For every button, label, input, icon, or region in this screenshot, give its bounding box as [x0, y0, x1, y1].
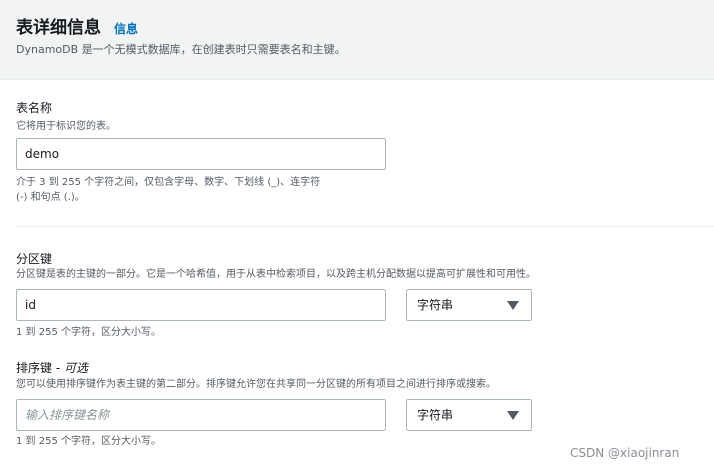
partition-key-type-select[interactable]: 字符串: [406, 289, 532, 321]
sort-key-description: 您可以使用排序键作为表主键的第二部分。排序键允许您在共享同一分区键的所有项目之间…: [16, 379, 496, 390]
section-title: 表详细信息: [16, 18, 101, 38]
caret-down-icon: [507, 301, 519, 310]
table-name-description: 它将用于标识您的表。: [16, 121, 116, 132]
table-name-label: 表名称: [16, 101, 53, 115]
section-description: DynamoDB 是一个无模式数据库，在创建表时只需要表名和主键。: [16, 43, 346, 56]
table-details-header: 表详细信息 信息 DynamoDB 是一个无模式数据库，在创建表时只需要表名和主…: [0, 0, 714, 80]
partition-key-description: 分区键是表的主键的一部分。它是一个哈希值，用于从表中检索项目，以及跨主机分配数据…: [16, 269, 536, 280]
table-name-input[interactable]: [16, 138, 386, 170]
watermark: CSDN @xiaojinran: [570, 446, 680, 460]
partition-key-hint: 1 到 255 个字符，区分大小写。: [16, 327, 161, 338]
table-name-hint-line2: (-) 和句点 (.)。: [16, 192, 85, 203]
sort-key-input[interactable]: [16, 399, 386, 431]
sort-key-hint: 1 到 255 个字符，区分大小写。: [16, 436, 161, 447]
partition-key-label: 分区键: [16, 252, 53, 266]
sort-key-label-text: 排序键 -: [16, 361, 64, 375]
sort-key-type-value: 字符串: [417, 408, 454, 422]
partition-key-input[interactable]: [16, 289, 386, 321]
table-name-hint-line1: 介于 3 到 255 个字符之间，仅包含字母、数字、下划线 (_)、连字符: [16, 177, 321, 188]
sort-key-optional-text: 可选: [63, 361, 88, 375]
caret-down-icon: [507, 411, 519, 420]
sort-key-type-select[interactable]: 字符串: [406, 399, 532, 431]
info-link[interactable]: 信息: [114, 21, 138, 37]
sort-key-label: 排序键 - 可选: [16, 360, 88, 376]
section-divider: [16, 226, 714, 227]
partition-key-type-value: 字符串: [417, 298, 454, 312]
